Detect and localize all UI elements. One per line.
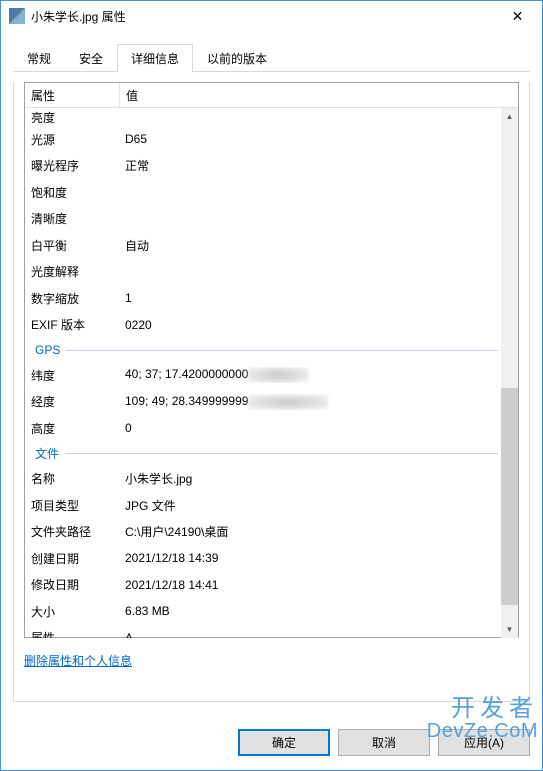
prop-label: 文件夹路径 — [25, 523, 119, 540]
list-item[interactable]: 亮度 — [25, 108, 518, 126]
prop-label: 纬度 — [25, 367, 119, 384]
list-item[interactable]: 白平衡自动 — [25, 232, 518, 259]
prop-label: 经度 — [25, 393, 119, 410]
group-divider — [65, 453, 498, 454]
list-item[interactable]: 光度解释 — [25, 259, 518, 286]
details-panel: 属性 值 亮度 光源D65 曝光程序正常 饱和度 清晰度 白平衡自动 光度解释 … — [13, 82, 530, 702]
tab-details[interactable]: 详细信息 — [117, 44, 193, 72]
prop-value: 0220 — [119, 318, 518, 332]
remove-properties-link[interactable]: 删除属性和个人信息 — [14, 648, 142, 679]
prop-label: 亮度 — [25, 109, 119, 126]
close-icon: ✕ — [512, 8, 524, 25]
prop-value: A — [119, 631, 518, 638]
titlebar: 小朱学长.jpg 属性 ✕ — [0, 0, 543, 31]
group-divider — [66, 350, 498, 351]
tab-security[interactable]: 安全 — [65, 44, 117, 72]
prop-value: 小朱学长.jpg — [119, 470, 518, 487]
cancel-button[interactable]: 取消 — [338, 729, 430, 756]
scroll-up-button[interactable]: ▲ — [501, 108, 518, 125]
dialog-buttons: 确定 取消 应用(A) — [238, 729, 530, 756]
prop-label: 光度解释 — [25, 263, 119, 280]
dialog-frame: 常规 安全 详细信息 以前的版本 属性 值 亮度 光源D65 曝光程序正常 饱和… — [0, 31, 543, 771]
prop-value: D65 — [119, 132, 518, 146]
prop-value: JPG 文件 — [119, 497, 518, 514]
prop-label: 创建日期 — [25, 550, 119, 567]
list-item[interactable]: 创建日期2021/12/18 14:39 — [25, 545, 518, 572]
list-item[interactable]: 名称小朱学长.jpg — [25, 466, 518, 493]
header-property[interactable]: 属性 — [25, 87, 119, 104]
list-item[interactable]: 修改日期2021/12/18 14:41 — [25, 572, 518, 599]
prop-label: 项目类型 — [25, 497, 119, 514]
list-item[interactable]: 数字缩放1 — [25, 285, 518, 312]
window-title: 小朱学长.jpg 属性 — [31, 8, 495, 25]
tab-previous-versions[interactable]: 以前的版本 — [193, 44, 281, 72]
prop-label: EXIF 版本 — [25, 316, 119, 333]
header-value[interactable]: 值 — [119, 83, 518, 107]
apply-button[interactable]: 应用(A) — [438, 729, 530, 756]
prop-value: 109; 49; 28.349999999 — [119, 394, 518, 410]
list-item[interactable]: 纬度40; 37; 17.4200000000 — [25, 362, 518, 389]
list-item[interactable]: 大小6.83 MB — [25, 598, 518, 625]
prop-label: 修改日期 — [25, 576, 119, 593]
list-item[interactable]: 饱和度 — [25, 179, 518, 206]
ok-button[interactable]: 确定 — [238, 729, 330, 756]
group-label: GPS — [35, 343, 60, 357]
prop-label: 数字缩放 — [25, 290, 119, 307]
list-item[interactable]: 项目类型JPG 文件 — [25, 492, 518, 519]
list-item[interactable]: 高度0 — [25, 415, 518, 442]
list-item[interactable]: 经度109; 49; 28.349999999 — [25, 389, 518, 416]
list-item[interactable]: 属性A — [25, 625, 518, 639]
chevron-down-icon: ▼ — [506, 625, 514, 634]
tab-strip: 常规 安全 详细信息 以前的版本 — [1, 31, 542, 71]
prop-value: 0 — [119, 421, 518, 435]
chevron-up-icon: ▲ — [506, 112, 514, 121]
prop-value: 2021/12/18 14:39 — [119, 551, 518, 565]
prop-value: 2021/12/18 14:41 — [119, 578, 518, 592]
list-header: 属性 值 — [25, 83, 518, 108]
prop-label: 高度 — [25, 420, 119, 437]
prop-value: 6.83 MB — [119, 604, 518, 618]
prop-label: 清晰度 — [25, 210, 119, 227]
redacted-region — [248, 367, 308, 383]
vertical-scrollbar[interactable]: ▲ ▼ — [501, 108, 518, 638]
prop-label: 大小 — [25, 603, 119, 620]
scroll-thumb[interactable] — [501, 388, 518, 605]
group-gps: GPS — [25, 338, 518, 362]
group-label: 文件 — [35, 445, 59, 462]
properties-listview[interactable]: 属性 值 亮度 光源D65 曝光程序正常 饱和度 清晰度 白平衡自动 光度解释 … — [24, 82, 519, 638]
tab-general[interactable]: 常规 — [13, 44, 65, 72]
close-button[interactable]: ✕ — [495, 2, 540, 31]
list-item[interactable]: 文件夹路径C:\用户\24190\桌面 — [25, 519, 518, 546]
prop-label: 白平衡 — [25, 237, 119, 254]
prop-label: 名称 — [25, 470, 119, 487]
prop-value: 40; 37; 17.4200000000 — [119, 367, 518, 383]
prop-label: 属性 — [25, 629, 119, 638]
prop-value: 1 — [119, 291, 518, 305]
prop-label: 曝光程序 — [25, 157, 119, 174]
list-item[interactable]: 曝光程序正常 — [25, 153, 518, 180]
prop-label: 饱和度 — [25, 184, 119, 201]
group-file: 文件 — [25, 442, 518, 466]
list-body: 亮度 光源D65 曝光程序正常 饱和度 清晰度 白平衡自动 光度解释 数字缩放1… — [25, 108, 518, 638]
list-item[interactable]: 光源D65 — [25, 126, 518, 153]
list-item[interactable]: 清晰度 — [25, 206, 518, 233]
prop-value: 自动 — [119, 237, 518, 254]
scroll-down-button[interactable]: ▼ — [501, 621, 518, 638]
prop-value: C:\用户\24190\桌面 — [119, 523, 518, 540]
redacted-region — [248, 394, 328, 410]
list-item[interactable]: EXIF 版本0220 — [25, 312, 518, 339]
prop-label: 光源 — [25, 131, 119, 148]
file-icon — [9, 8, 25, 24]
prop-value: 正常 — [119, 157, 518, 174]
